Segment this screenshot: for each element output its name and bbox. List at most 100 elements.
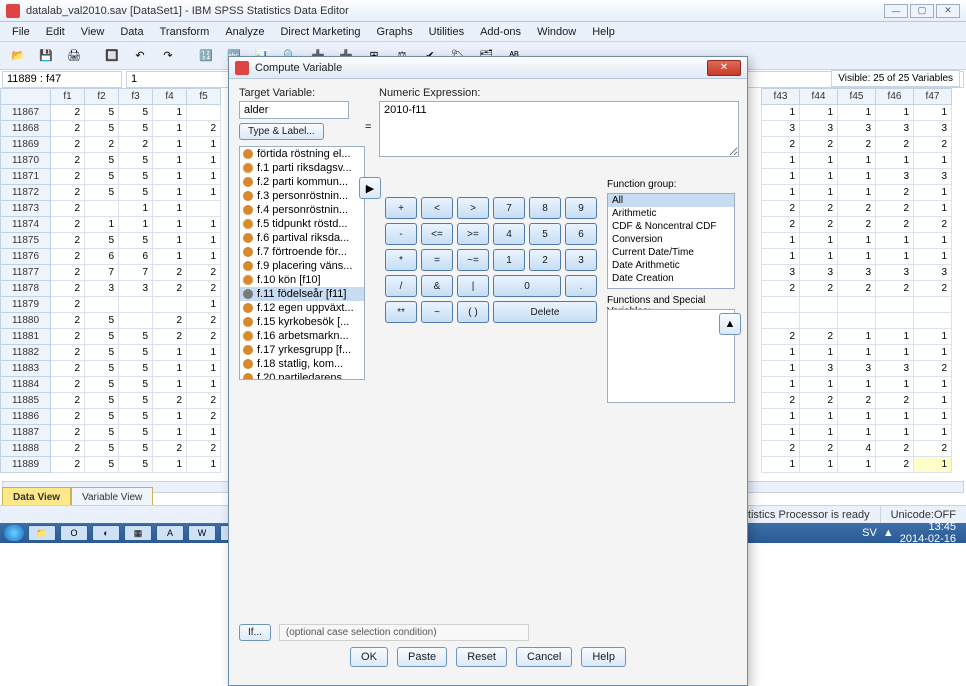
keypad-button[interactable]: >= bbox=[457, 223, 489, 245]
function-group-item[interactable]: Arithmetic bbox=[608, 207, 734, 220]
variable-list-item[interactable]: f.5 tidpunkt röstd... bbox=[240, 217, 364, 231]
keypad-button[interactable]: | bbox=[457, 275, 489, 297]
print-icon[interactable]: 🖨 bbox=[62, 45, 86, 67]
variable-list-item[interactable]: f.6 partival riksda... bbox=[240, 231, 364, 245]
recall-dialog-icon[interactable]: 🔲 bbox=[100, 45, 124, 67]
keypad-button[interactable]: 9 bbox=[565, 197, 597, 219]
variable-list-item[interactable]: f.15 kyrkobesök [... bbox=[240, 315, 364, 329]
variable-list-item[interactable]: f.9 placering väns... bbox=[240, 259, 364, 273]
undo-icon[interactable]: ↶ bbox=[128, 45, 152, 67]
menu-addons[interactable]: Add-ons bbox=[472, 24, 529, 40]
function-group-item[interactable]: Date Arithmetic bbox=[608, 259, 734, 272]
if-button[interactable]: If... bbox=[239, 624, 271, 641]
move-variable-button[interactable]: ▶ bbox=[359, 177, 381, 199]
open-icon[interactable]: 📂 bbox=[6, 45, 30, 67]
keypad-button[interactable]: 3 bbox=[565, 249, 597, 271]
variable-list-item[interactable]: f.17 yrkesgrupp [f... bbox=[240, 343, 364, 357]
keypad-button[interactable]: - bbox=[385, 223, 417, 245]
target-variable-input[interactable] bbox=[239, 101, 349, 119]
save-icon[interactable]: 💾 bbox=[34, 45, 58, 67]
menu-analyze[interactable]: Analyze bbox=[217, 24, 272, 40]
variable-list-item[interactable]: f.7 förtroende för... bbox=[240, 245, 364, 259]
numeric-expression-input[interactable] bbox=[379, 101, 739, 157]
keypad-button[interactable]: & bbox=[421, 275, 453, 297]
taskbar-calc-icon[interactable]: ▦ bbox=[124, 525, 152, 541]
reset-button[interactable]: Reset bbox=[456, 647, 507, 667]
keypad-button[interactable]: 8 bbox=[529, 197, 561, 219]
variable-list-item[interactable]: förtida röstning el... bbox=[240, 147, 364, 161]
redo-icon[interactable]: ↷ bbox=[156, 45, 180, 67]
tab-data-view[interactable]: Data View bbox=[2, 487, 71, 507]
keypad-button[interactable]: ~= bbox=[457, 249, 489, 271]
keypad-delete-button[interactable]: Delete bbox=[493, 301, 597, 323]
goto-case-icon[interactable]: 🔢 bbox=[194, 45, 218, 67]
keypad-button[interactable]: ~ bbox=[421, 301, 453, 323]
keypad-button[interactable]: > bbox=[457, 197, 489, 219]
dialog-close-button[interactable]: ✕ bbox=[707, 60, 741, 76]
keypad-button[interactable]: 2 bbox=[529, 249, 561, 271]
keypad-button[interactable]: < bbox=[421, 197, 453, 219]
paste-button[interactable]: Paste bbox=[397, 647, 447, 667]
variable-list[interactable]: förtida röstning el...f.1 parti riksdags… bbox=[239, 146, 365, 380]
taskbar-explorer-icon[interactable]: 📁 bbox=[28, 525, 56, 541]
keypad-button[interactable]: 7 bbox=[493, 197, 525, 219]
ok-button[interactable]: OK bbox=[350, 647, 388, 667]
functions-variables-list[interactable] bbox=[607, 309, 735, 403]
taskbar-acrobat-icon[interactable]: A bbox=[156, 525, 184, 541]
maximize-button[interactable]: ▢ bbox=[910, 4, 934, 18]
variable-list-item[interactable]: f.2 parti kommun... bbox=[240, 175, 364, 189]
function-group-item[interactable]: Date Creation bbox=[608, 272, 734, 285]
keypad-button[interactable]: . bbox=[565, 275, 597, 297]
type-and-label-button[interactable]: Type & Label... bbox=[239, 123, 324, 140]
keypad-button[interactable]: 1 bbox=[493, 249, 525, 271]
variable-list-item[interactable]: f.20 partiledarens... bbox=[240, 371, 364, 380]
cell-reference[interactable]: 11889 : f47 bbox=[2, 71, 122, 88]
taskbar-chrome-icon[interactable]: ◐ bbox=[92, 525, 120, 541]
menu-data[interactable]: Data bbox=[112, 24, 151, 40]
keypad-button[interactable]: 6 bbox=[565, 223, 597, 245]
taskbar-word-icon[interactable]: W bbox=[188, 525, 216, 541]
function-group-item[interactable]: CDF & Noncentral CDF bbox=[608, 220, 734, 233]
tab-variable-view[interactable]: Variable View bbox=[71, 487, 153, 507]
keypad-button[interactable]: ** bbox=[385, 301, 417, 323]
keypad-button[interactable]: 0 bbox=[493, 275, 561, 297]
menu-graphs[interactable]: Graphs bbox=[369, 24, 421, 40]
keypad-button[interactable]: <= bbox=[421, 223, 453, 245]
function-group-item[interactable]: Current Date/Time bbox=[608, 246, 734, 259]
variable-list-item[interactable]: f.1 parti riksdagsv... bbox=[240, 161, 364, 175]
tray-flag-icon[interactable]: ▲ bbox=[883, 527, 894, 539]
variable-list-item[interactable]: f.11 födelseår [f11] bbox=[240, 287, 364, 301]
cancel-button[interactable]: Cancel bbox=[516, 647, 572, 667]
menu-view[interactable]: View bbox=[73, 24, 113, 40]
variable-list-item[interactable]: f.12 egen uppväxt... bbox=[240, 301, 364, 315]
variable-list-item[interactable]: f.16 arbetsmarkn... bbox=[240, 329, 364, 343]
variable-list-item[interactable]: f.10 kön [f10] bbox=[240, 273, 364, 287]
menu-direct-marketing[interactable]: Direct Marketing bbox=[272, 24, 368, 40]
variable-list-item[interactable]: f.18 statlig, kom... bbox=[240, 357, 364, 371]
keypad-button[interactable]: 4 bbox=[493, 223, 525, 245]
close-button[interactable]: ✕ bbox=[936, 4, 960, 18]
taskbar-outlook-icon[interactable]: O bbox=[60, 525, 88, 541]
function-group-list[interactable]: AllArithmeticCDF & Noncentral CDFConvers… bbox=[607, 193, 735, 289]
keypad-button[interactable]: * bbox=[385, 249, 417, 271]
function-group-item[interactable]: All bbox=[608, 194, 734, 207]
function-group-item[interactable]: Conversion bbox=[608, 233, 734, 246]
variable-list-item[interactable]: f.4 personröstnin... bbox=[240, 203, 364, 217]
menu-help[interactable]: Help bbox=[584, 24, 623, 40]
menu-edit[interactable]: Edit bbox=[38, 24, 73, 40]
dialog-titlebar[interactable]: Compute Variable ✕ bbox=[229, 57, 747, 79]
insert-function-button[interactable]: ▲ bbox=[719, 313, 741, 335]
help-button[interactable]: Help bbox=[581, 647, 626, 667]
taskbar-lang[interactable]: SV bbox=[862, 527, 877, 539]
keypad-button[interactable]: 5 bbox=[529, 223, 561, 245]
keypad-button[interactable]: + bbox=[385, 197, 417, 219]
menu-window[interactable]: Window bbox=[529, 24, 584, 40]
minimize-button[interactable]: — bbox=[884, 4, 908, 18]
menu-transform[interactable]: Transform bbox=[152, 24, 218, 40]
keypad-button[interactable]: / bbox=[385, 275, 417, 297]
keypad-button[interactable]: ( ) bbox=[457, 301, 489, 323]
keypad-button[interactable]: = bbox=[421, 249, 453, 271]
menu-utilities[interactable]: Utilities bbox=[421, 24, 472, 40]
menu-file[interactable]: File bbox=[4, 24, 38, 40]
variable-list-item[interactable]: f.3 personröstnin... bbox=[240, 189, 364, 203]
